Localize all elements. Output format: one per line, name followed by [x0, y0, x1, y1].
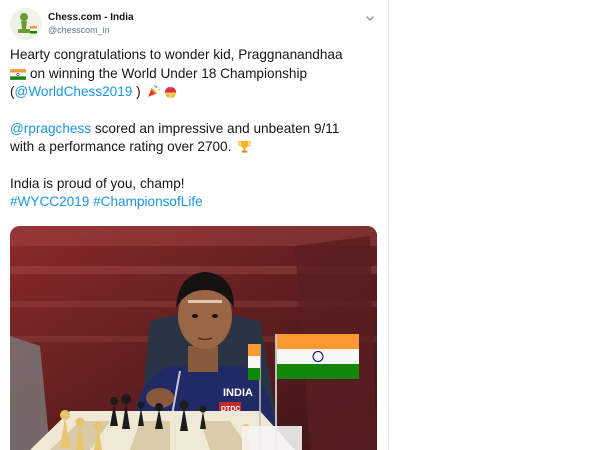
author-name[interactable]: Chess.com - India	[48, 12, 134, 23]
paren-close: )	[132, 84, 141, 99]
tweet-card: Chess.com - India @chesscom_in Hearty co…	[0, 0, 389, 450]
text-line-6: India is proud of you, champ!	[10, 175, 185, 191]
text-line-3: (@WorldChess2019 )	[10, 83, 380, 102]
chevron-down-icon[interactable]	[364, 12, 376, 24]
text-line-5: with a performance rating over 2700.	[10, 138, 380, 157]
text-line-5-content: with a performance rating over 2700.	[10, 139, 232, 154]
text-line-1: Hearty congratulations to wonder kid, Pr…	[10, 47, 343, 62]
text-line-2: on winning the World Under 18 Championsh…	[10, 65, 380, 84]
author-handle[interactable]: @chesscom_in	[48, 25, 110, 35]
pawn-logo-icon	[10, 8, 42, 40]
hashtags[interactable]: #WYCC2019 #ChampionsofLife	[10, 193, 380, 212]
trophy-icon	[238, 140, 251, 153]
tweet-photo[interactable]: INDIA DTDC	[10, 226, 377, 450]
party-popper-icon	[148, 85, 161, 98]
tweet-text: Hearty congratulations to wonder kid, Pr…	[10, 46, 380, 212]
avatar[interactable]	[10, 8, 42, 40]
mention-rpragchess[interactable]: @rpragchess	[10, 121, 91, 136]
confetti-ball-icon	[165, 86, 177, 99]
mention-worldchess2019[interactable]: @WorldChess2019	[15, 84, 133, 99]
text-line-4-content: scored an impressive and unbeaten 9/11	[91, 120, 340, 136]
india-flag-icon	[10, 68, 26, 80]
text-line-4: @rpragchess scored an impressive and unb…	[10, 120, 380, 139]
text-line-2-content: on winning the World Under 18 Championsh…	[30, 65, 308, 81]
jacket-text: INDIA	[223, 387, 253, 399]
tweet-header: Chess.com - India @chesscom_in	[10, 8, 380, 40]
